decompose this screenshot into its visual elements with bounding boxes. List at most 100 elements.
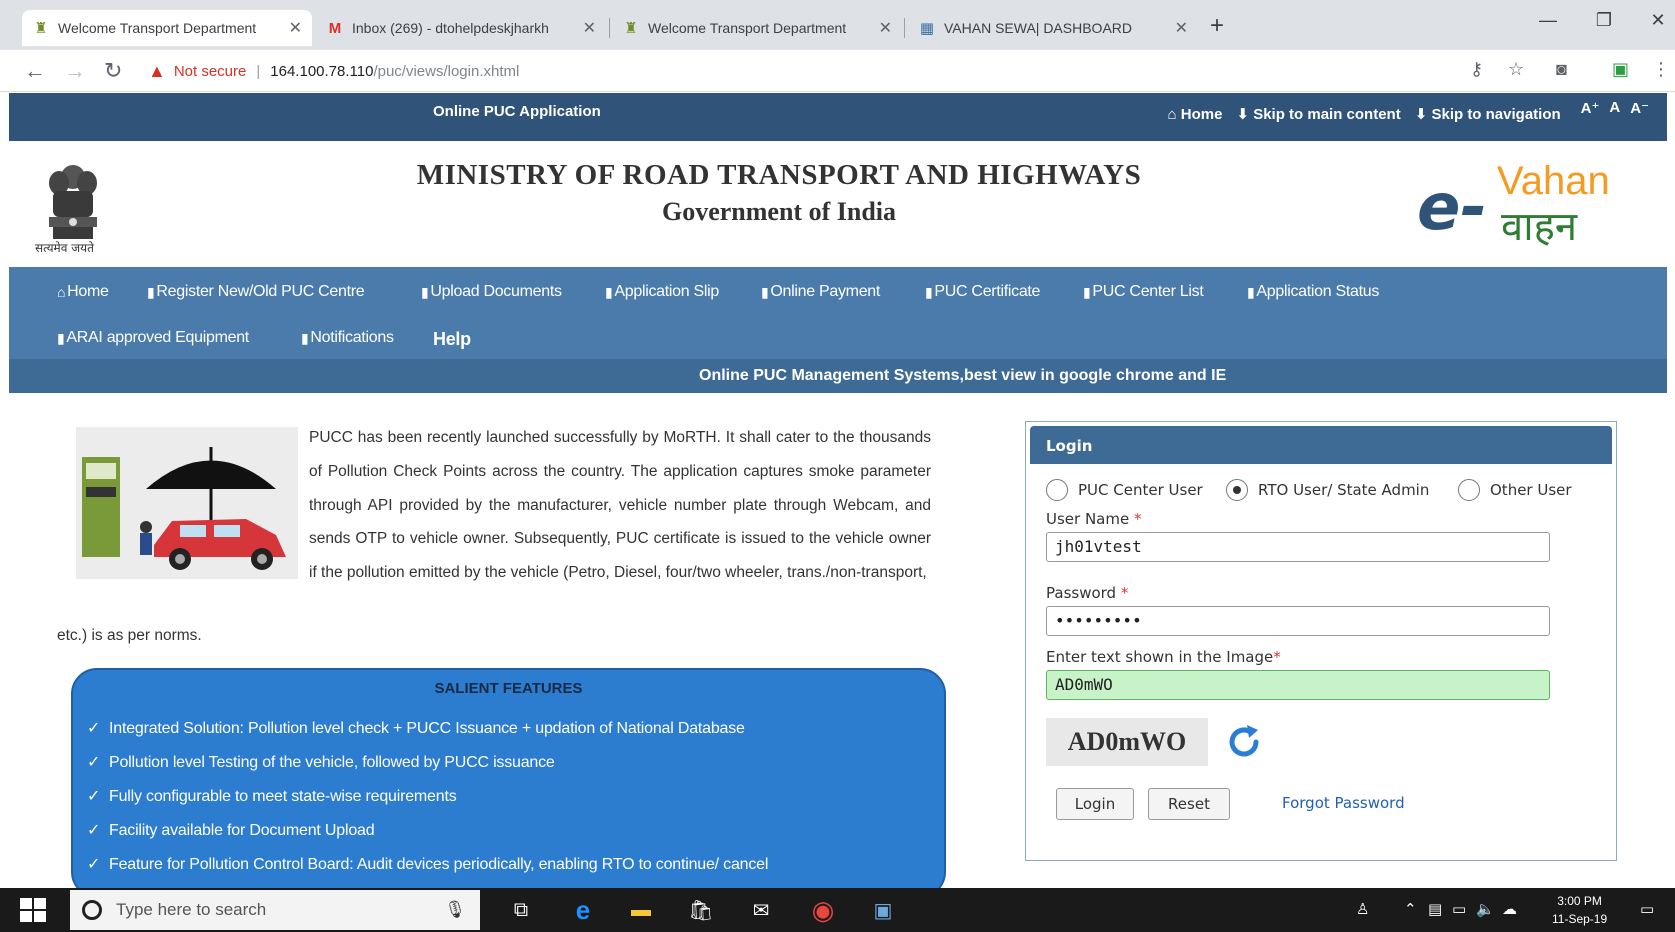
chrome-icon[interactable]: ◉ [806,894,840,926]
radio-other-user[interactable]: Other User [1458,479,1572,501]
arrow-down-icon: ⬇ [1236,106,1250,123]
nav-application-slip[interactable]: ▮ Application Slip [605,283,719,301]
nav-label: Notifications [310,329,394,346]
skip-main-label: Skip to main content [1253,106,1401,123]
nav-help[interactable]: Help [433,329,471,350]
new-tab-button[interactable]: + [1210,12,1224,40]
nav-puc-center-list[interactable]: ▮ PUC Center List [1083,283,1204,301]
address-bar[interactable]: ▲ Not secure | 164.100.78.110 /puc/views… [148,58,519,84]
close-window-button[interactable]: ✕ [1638,10,1675,31]
close-tab-icon[interactable]: ✕ [879,18,892,38]
app-title: Online PUC Application [433,103,601,120]
close-tab-icon[interactable]: ✕ [1175,18,1188,38]
password-field[interactable]: ••••••••• [1046,606,1550,636]
reset-button[interactable]: Reset [1148,788,1230,820]
onedrive-icon[interactable]: ☁ [1502,900,1517,918]
nav-label: Help [433,329,471,349]
radio-label: Other User [1490,481,1572,499]
font-increase-button[interactable]: A⁺ [1581,99,1600,117]
captcha-label-text: Enter text shown in the Image [1046,648,1274,666]
radio-rto-user[interactable]: RTO User/ State Admin [1226,479,1429,501]
windows-start-icon[interactable] [20,898,46,922]
font-size-controls: A⁺ A A⁻ [1581,99,1649,117]
home-icon: ⌂ [1167,105,1177,123]
battery-icon[interactable]: ▭ [1452,900,1466,918]
nav-upload-documents[interactable]: ▮ Upload Documents [421,283,562,301]
checkmark-icon: ✓ [87,822,101,839]
feature-item: ✓ Feature for Pollution Control Board: Au… [87,854,768,874]
url-host: 164.100.78.110 [270,62,374,80]
extension-icon[interactable]: ▣ [1612,59,1629,80]
nav-arai-equipment[interactable]: ▮ ARAI approved Equipment [57,329,249,347]
nav-puc-certificate[interactable]: ▮ PUC Certificate [925,283,1040,301]
url-separator: | [256,62,261,80]
close-tab-icon[interactable]: ✕ [289,18,302,38]
camera-icon[interactable]: ◙ [1556,59,1567,80]
nav-application-status[interactable]: ▮ Application Status [1247,283,1379,301]
taskbar-search-box[interactable]: Type here to search 🎙 [70,890,480,930]
star-icon[interactable]: ☆ [1508,59,1524,80]
username-label: User Name * [1046,510,1142,528]
feature-text: Pollution level Testing of the vehicle, … [109,754,555,771]
top-home-link[interactable]: ⌂ Home [1168,106,1223,123]
nav-label: ARAI approved Equipment [66,329,249,346]
chevron-up-icon[interactable]: ⌃ [1404,900,1417,918]
font-decrease-button[interactable]: A⁻ [1630,99,1649,117]
font-normal-button[interactable]: A [1609,99,1620,117]
nav-notifications[interactable]: ▮ Notifications [301,329,394,347]
back-icon[interactable]: ← [24,58,46,84]
skip-main-link[interactable]: ⬇ Skip to main content [1236,105,1400,123]
not-secure-label: Not secure [173,62,247,80]
nav-label: Home [67,283,109,300]
mail-icon[interactable]: ✉ [744,894,778,926]
key-icon[interactable]: ⚷ [1470,59,1483,80]
login-button[interactable]: Login [1056,788,1134,820]
file-icon: ▮ [301,329,309,346]
browser-toolbar: ← → ↻ ▲ Not secure | 164.100.78.110 /puc… [0,50,1675,92]
captcha-input[interactable]: AD0mWO [1046,670,1550,700]
browser-tab[interactable]: ♜ Welcome Transport Department ✕ [612,10,902,46]
system-clock[interactable]: 3:00 PM 11-Sep-19 [1552,892,1607,928]
network-icon[interactable]: ▤ [1428,900,1442,918]
refresh-captcha-icon[interactable] [1222,720,1266,764]
browser-tab-strip: ♜ Welcome Transport Department ✕ M Inbox… [0,0,1675,50]
file-icon: ▮ [1247,283,1255,300]
warning-icon: ▲ [148,60,166,81]
radio-puc-center-user[interactable]: PUC Center User [1046,479,1203,501]
minimize-button[interactable]: — [1528,10,1568,31]
radio-button-selected[interactable] [1226,479,1248,501]
radio-button[interactable] [1458,479,1480,501]
document-app-icon[interactable]: ▣ [866,894,900,926]
home-icon: ⌂ [57,284,66,300]
browser-tab[interactable]: ▦ VAHAN SEWA| DASHBOARD ✕ [908,10,1198,46]
forgot-password-link[interactable]: Forgot Password [1282,794,1405,812]
notifications-icon[interactable]: ▭ [1640,900,1654,918]
nav-online-payment[interactable]: ▮ Online Payment [761,283,880,301]
close-tab-icon[interactable]: ✕ [583,18,596,38]
people-icon[interactable]: ♙ [1356,900,1369,918]
browser-tab[interactable]: M Inbox (269) - dtohelpdeskjharkh ✕ [316,10,606,46]
skip-nav-link[interactable]: ⬇ Skip to navigation [1415,105,1561,123]
microphone-icon[interactable]: 🎙 [444,900,466,920]
top-links: ⌂ Home ⬇ Skip to main content ⬇ Skip to … [1168,99,1649,123]
menu-icon[interactable]: ⋮ [1652,59,1670,80]
username-field[interactable]: jh01vtest [1046,532,1550,562]
browser-tab[interactable]: ♜ Welcome Transport Department ✕ [22,10,312,46]
gmail-icon: M [328,19,342,37]
store-icon[interactable]: 🛍 [684,894,718,926]
edge-browser-icon[interactable]: e [566,894,600,926]
nav-register-puc-centre[interactable]: ▮ Register New/Old PUC Centre [147,283,365,301]
task-view-icon[interactable]: ⧉ [504,894,538,926]
volume-icon[interactable]: 🔈 [1476,900,1495,918]
file-icon: ▮ [761,283,769,300]
restore-button[interactable]: ❐ [1584,10,1624,31]
radio-button[interactable] [1046,479,1068,501]
nav-home[interactable]: ⌂ Home [57,283,109,301]
site-header: सत्यमेव जयते MINISTRY OF ROAD TRANSPORT … [9,141,1667,267]
checkmark-icon: ✓ [87,856,101,873]
reload-icon[interactable]: ↻ [104,58,122,84]
radio-label: PUC Center User [1078,481,1203,499]
forward-icon[interactable]: → [64,58,86,84]
checkmark-icon: ✓ [87,720,101,737]
file-explorer-icon[interactable]: ▬ [624,894,658,926]
